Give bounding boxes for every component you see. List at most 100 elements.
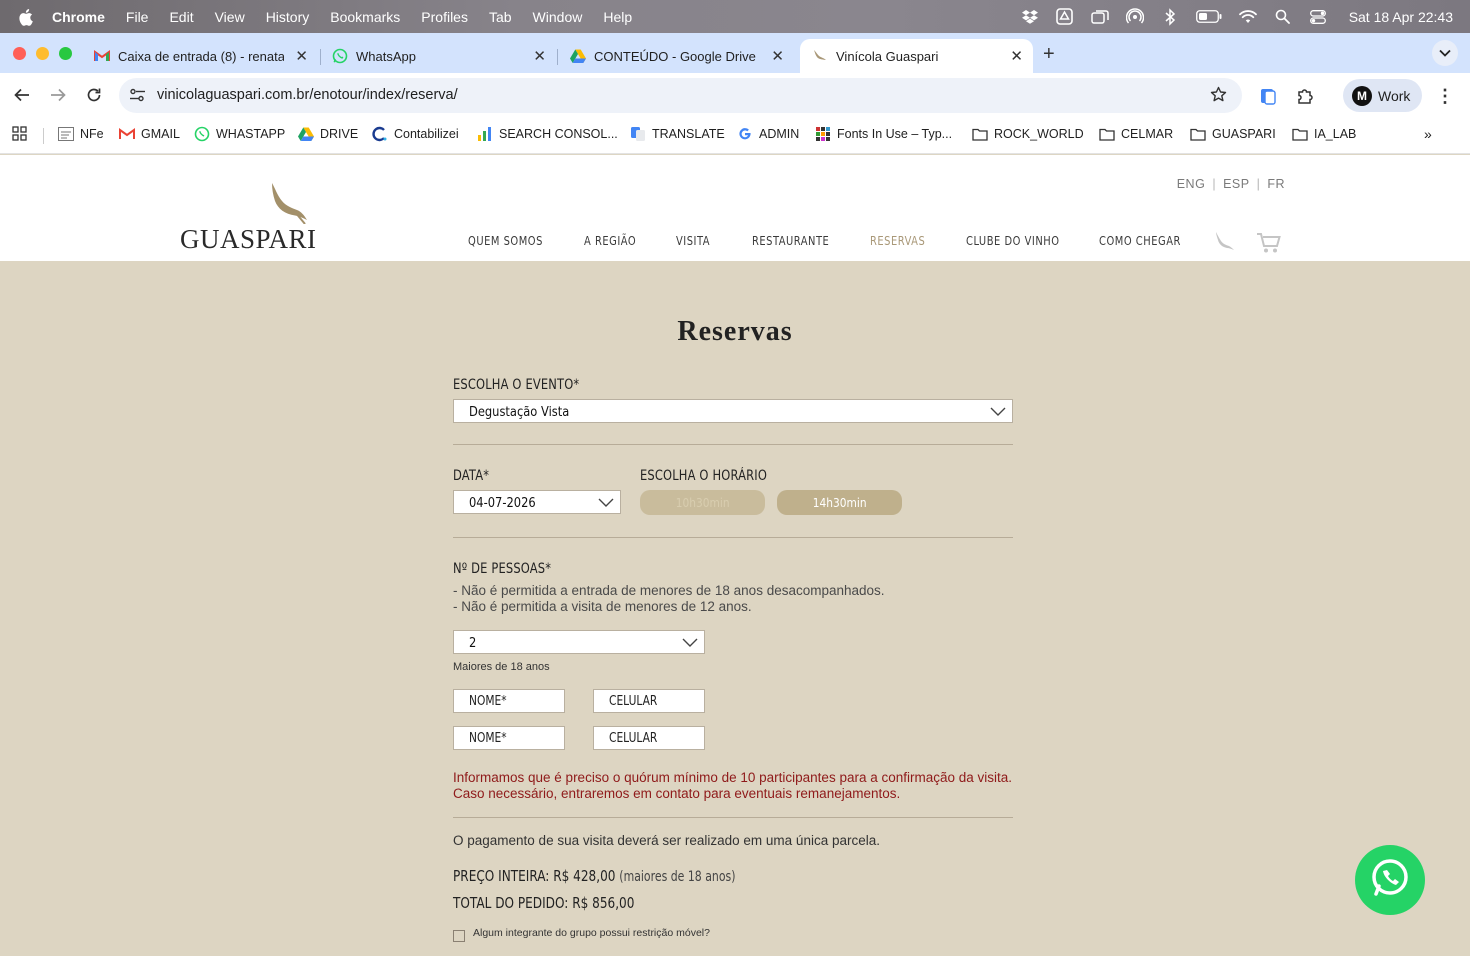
guest-1-name-field[interactable]: NOME* [453,689,565,713]
close-icon[interactable]: ✕ [771,47,784,65]
bookmark-label: SEARCH CONSOL... [499,127,618,141]
folder-icon [1292,126,1308,142]
bookmarks-bar: NFe GMAIL WHASTAPP DRIVE Contabilizei SE… [0,118,1470,154]
lang-eng-link[interactable]: ENG [1177,177,1206,191]
bookmark-fonts-in-use[interactable]: Fonts In Use – Typ... [815,126,952,142]
battery-icon[interactable] [1195,8,1222,26]
bookmark-translate[interactable]: TRANSLATE [630,126,725,142]
bookmark-label: GMAIL [141,127,180,141]
google-translate-extension-icon[interactable] [1258,86,1278,106]
drive-sync-icon[interactable] [1056,8,1074,26]
close-icon[interactable]: ✕ [533,47,546,65]
nav-a-regiao[interactable]: A REGIÃO [584,233,636,248]
bookmark-nfe[interactable]: NFe [58,126,104,142]
screens-icon[interactable] [1090,8,1109,26]
people-count-select[interactable]: 2 [453,630,705,654]
spotlight-icon[interactable] [1274,8,1292,26]
menu-tab[interactable]: Tab [489,9,512,25]
airdrop-icon[interactable] [1125,7,1144,26]
apple-icon[interactable] [18,8,40,26]
address-bar[interactable]: vinicolaguaspari.com.br/enotour/index/re… [119,78,1242,113]
guest-2-phone-field[interactable]: CELULAR [593,726,705,750]
guest-2-name-field[interactable]: NOME* [453,726,565,750]
menu-app-name[interactable]: Chrome [52,9,105,25]
menu-window[interactable]: Window [533,9,583,25]
fontsinuse-icon [815,126,831,142]
tab-search-button[interactable] [1432,40,1458,66]
wifi-icon[interactable] [1238,8,1257,26]
nav-clube-do-vinho[interactable]: CLUBE DO VINHO [966,233,1059,248]
nav-visita[interactable]: VISITA [676,233,709,248]
menu-profiles[interactable]: Profiles [421,9,468,25]
time-option-14h30[interactable]: 14h30min [777,490,902,515]
time-option-10h30[interactable]: 10h30min [640,490,765,515]
mobility-checkbox[interactable] [453,930,465,942]
tab-gmail[interactable]: Caixa de entrada (8) - renata ✕ [82,39,318,73]
more-bookmarks-chevron-icon[interactable]: » [1424,126,1432,142]
minimize-window-button[interactable] [36,47,49,60]
menu-help[interactable]: Help [603,9,632,25]
date-label: DATA* [453,468,490,484]
nav-como-chegar[interactable]: COMO CHEGAR [1099,233,1180,248]
url-text[interactable]: vinicolaguaspari.com.br/enotour/index/re… [157,87,458,103]
extensions-icon[interactable] [1295,86,1315,106]
nav-reservas[interactable]: RESERVAS [870,233,925,248]
cart-icon[interactable] [1256,232,1281,259]
bookmark-admin[interactable]: ADMIN [737,126,799,142]
section-divider [453,444,1013,445]
bluetooth-icon[interactable] [1161,7,1179,26]
bookmark-drive[interactable]: DRIVE [298,126,358,142]
bookmark-label: ADMIN [759,127,800,141]
bookmark-contabilizei[interactable]: Contabilizei [372,126,459,142]
tab-whatsapp[interactable]: WhatsApp ✕ [320,39,556,73]
back-icon[interactable] [12,85,32,105]
control-center-icon[interactable] [1309,8,1327,26]
bookmark-gmail[interactable]: GMAIL [119,126,180,142]
tab-google-drive[interactable]: CONTEÚDO - Google Drive ✕ [558,39,794,73]
bookmark-folder-guaspari[interactable]: GUASPARI [1190,126,1276,142]
menu-edit[interactable]: Edit [169,9,193,25]
guest-1-phone-field[interactable]: CELULAR [593,689,705,713]
reload-icon[interactable] [84,85,104,105]
bookmark-star-icon[interactable] [1210,86,1227,108]
bookmark-folder-rock-world[interactable]: ROCK_WORLD [972,126,1084,142]
whatsapp-icon [194,126,210,142]
guaspari-logo[interactable]: GUASPARI [180,182,316,254]
translate-icon [630,126,646,142]
menu-history[interactable]: History [266,9,310,25]
new-tab-button[interactable]: + [1043,43,1055,66]
lang-esp-link[interactable]: ESP [1223,177,1250,191]
close-icon[interactable]: ✕ [1010,47,1023,65]
close-icon[interactable]: ✕ [295,47,308,65]
page-title: Reservas [677,316,793,347]
site-settings-icon[interactable] [129,87,146,108]
lang-fr-link[interactable]: FR [1267,177,1285,191]
menu-file[interactable]: File [126,9,149,25]
date-select-value: 04-07-2026 [469,495,536,511]
date-select[interactable]: 04-07-2026 [453,490,621,514]
nav-quem-somos[interactable]: QUEM SOMOS [468,233,542,248]
bookmark-search-console[interactable]: SEARCH CONSOL... [477,126,618,142]
adults-note: Maiores de 18 anos [453,661,550,673]
apps-grid-icon[interactable] [12,126,27,141]
dropbox-icon[interactable] [1021,8,1039,26]
bookmark-folder-ia-lab[interactable]: IA_LAB [1292,126,1356,142]
bookmark-whatsapp[interactable]: WHASTAPP [194,126,285,142]
event-select[interactable]: Degustação Vista [453,399,1013,423]
profile-button[interactable]: M Work [1343,79,1422,112]
fullscreen-window-button[interactable] [59,47,72,60]
nav-restaurante[interactable]: RESTAURANTE [752,233,829,248]
bookmark-folder-celmar[interactable]: CELMAR [1099,126,1173,142]
forward-icon[interactable] [48,85,68,105]
tab-vinicola-guaspari[interactable]: Vinícola Guaspari ✕ [800,39,1033,73]
close-window-button[interactable] [13,47,26,60]
browser-toolbar: vinicolaguaspari.com.br/enotour/index/re… [0,73,1470,118]
bird-account-icon[interactable] [1214,231,1236,256]
mobility-question[interactable]: Algum integrante do grupo possui restriç… [473,927,710,939]
menu-view[interactable]: View [215,9,245,25]
menu-bookmarks[interactable]: Bookmarks [330,9,400,25]
whatsapp-chat-button[interactable] [1355,845,1425,915]
menubar-clock[interactable]: Sat 18 Apr 22:43 [1349,9,1453,25]
section-divider [453,817,1013,818]
chrome-menu-icon[interactable]: ⋮ [1436,86,1454,107]
